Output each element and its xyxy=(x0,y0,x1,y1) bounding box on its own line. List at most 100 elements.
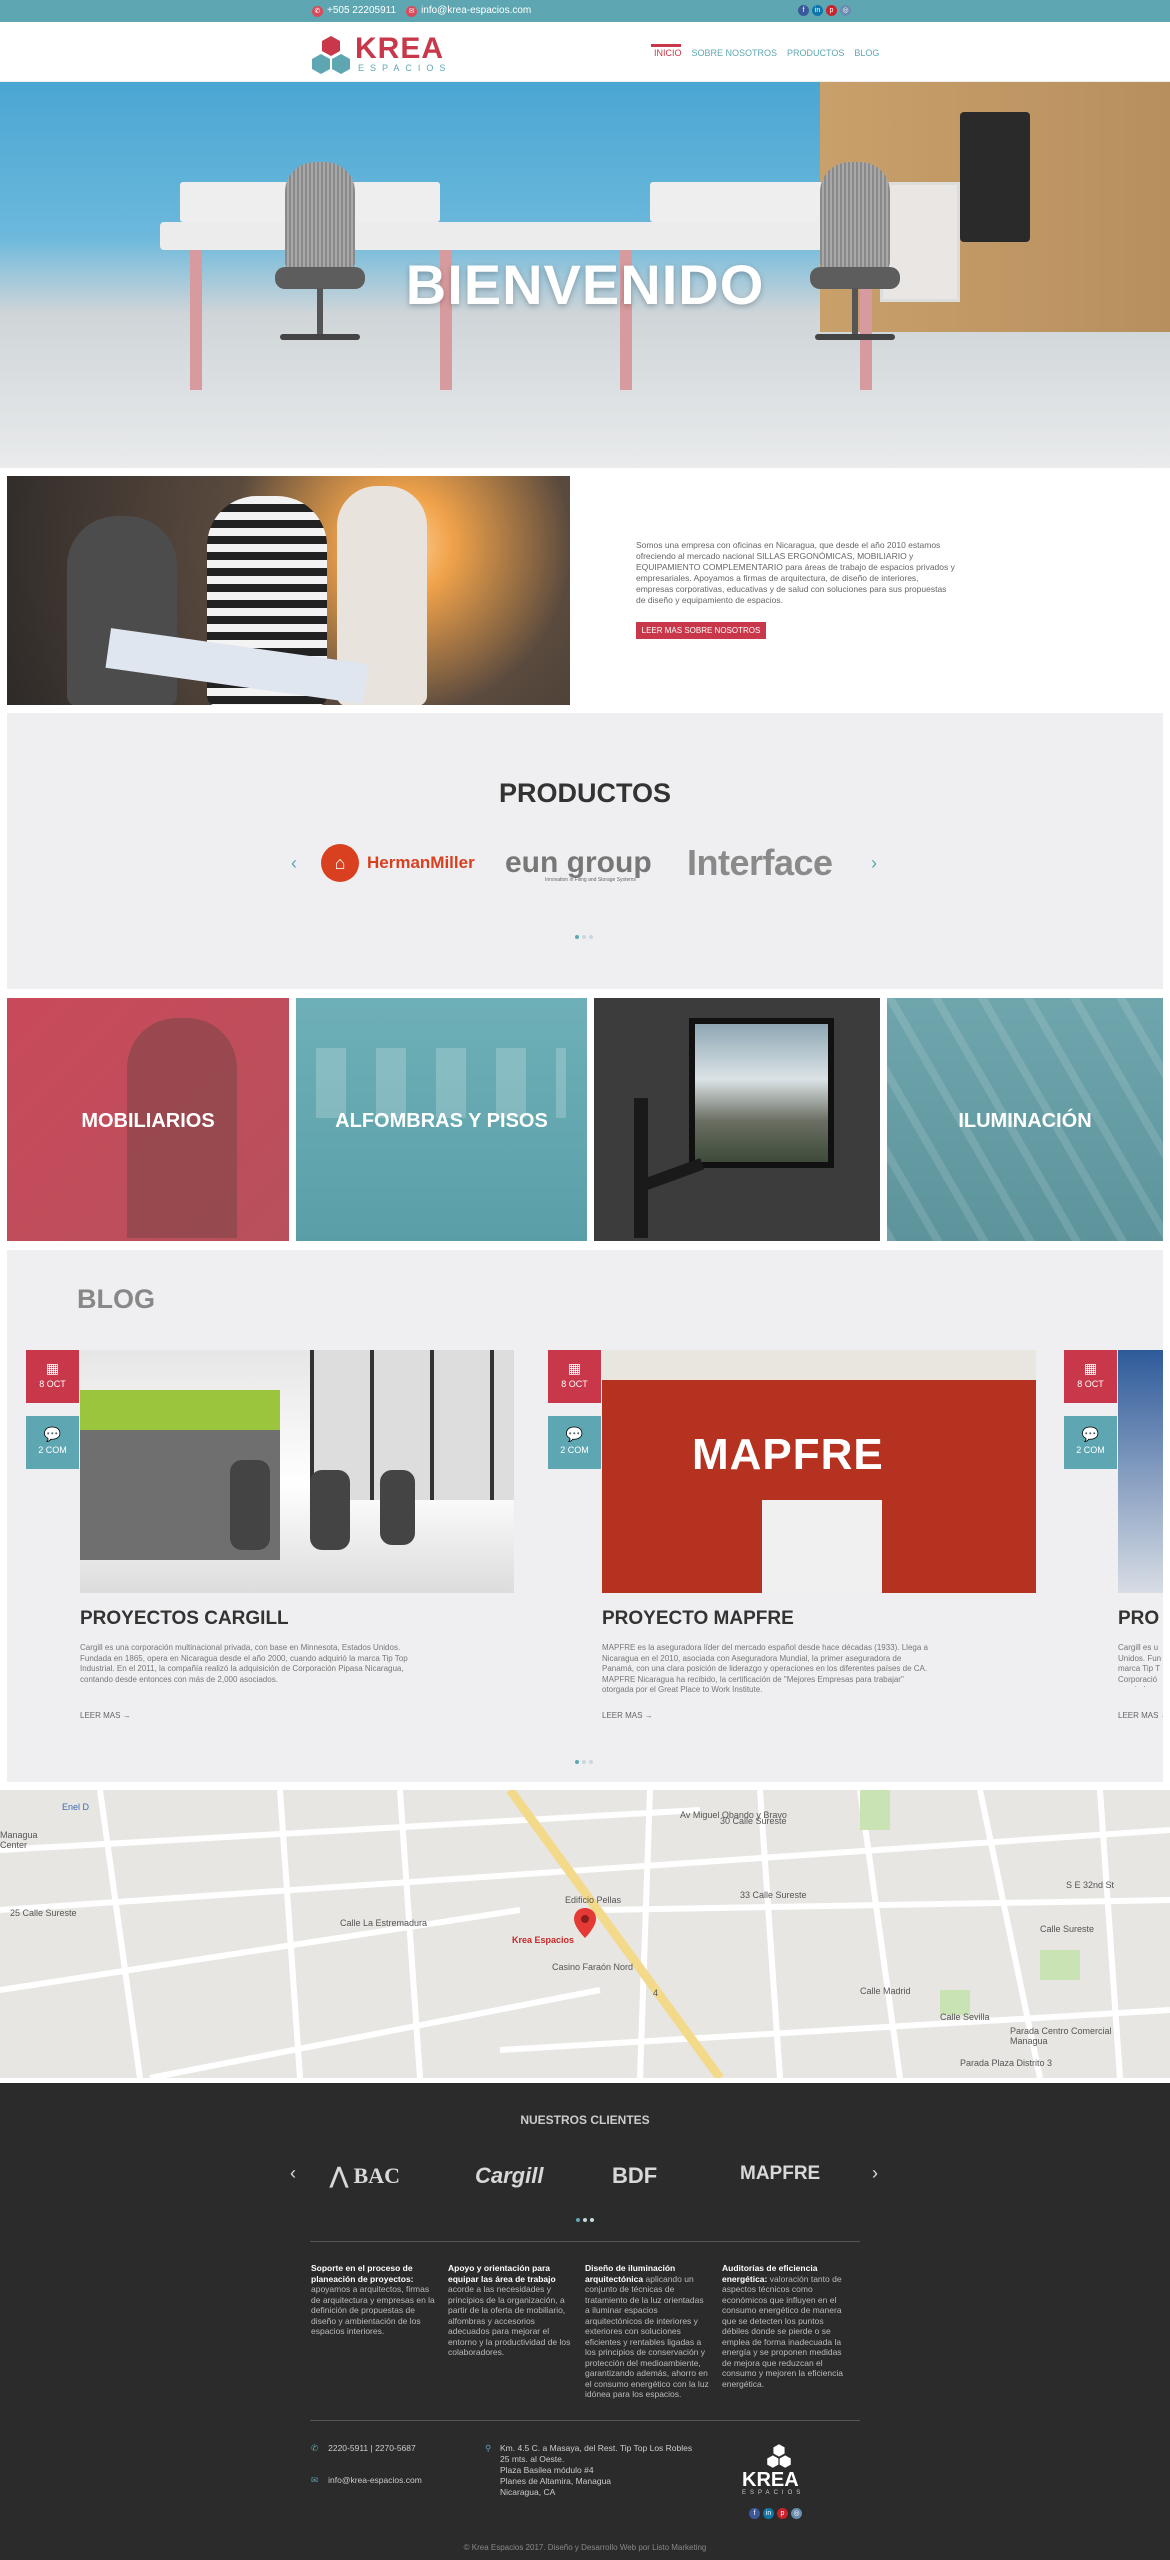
client-bdf: BDF xyxy=(612,2163,658,2188)
map-label: 4 xyxy=(653,1988,659,1998)
phone-item[interactable]: ✆ +505 22205911 xyxy=(312,5,396,17)
facebook-icon[interactable]: f xyxy=(798,5,809,16)
brand-hermanmiller[interactable]: ⌂ HermanMiller xyxy=(321,843,475,883)
instagram-icon[interactable]: ◎ xyxy=(791,2508,802,2519)
logo-text: KREA xyxy=(355,32,445,65)
clients-carousel-dots[interactable] xyxy=(576,2218,594,2222)
post-title[interactable]: PROYECTOS CARGILL xyxy=(80,1608,289,1630)
about-text: Somos una empresa con oficinas en Nicara… xyxy=(636,540,955,605)
map-label: Managua Center xyxy=(0,1830,38,1850)
brand-label: eun group xyxy=(505,846,652,879)
linkedin-icon[interactable]: in xyxy=(812,5,823,16)
map-label: Parada Centro Comercial Managua xyxy=(1010,2026,1112,2046)
post-read-more[interactable]: LEER MAS → xyxy=(602,1711,653,1720)
monitor-arm-post xyxy=(634,1098,648,1238)
comment-icon: 💬 xyxy=(1081,1426,1100,1442)
mail-icon: ✉ xyxy=(311,2475,319,2485)
map-label: Edificio Pellas xyxy=(565,1895,622,1905)
pinterest-icon[interactable]: p xyxy=(777,2508,788,2519)
hermanmiller-logo-icon: ⌂ xyxy=(321,844,359,882)
category-label: ALFOMBRAS Y PISOS xyxy=(335,1110,548,1132)
hero-dark-panel xyxy=(960,112,1030,242)
footer-logo-text: KREA xyxy=(742,2469,799,2491)
products-section: PRODUCTOS ‹ ⌂ HermanMiller eun group Inn… xyxy=(7,713,1163,989)
post-read-more[interactable]: LEER MAS → xyxy=(80,1711,131,1720)
nav-sobre-nosotros[interactable]: SOBRE NOSOTROS xyxy=(692,48,778,58)
footer-logo-sub: ESPACIOS xyxy=(742,2490,805,2496)
linkedin-icon[interactable]: in xyxy=(763,2508,774,2519)
top-bar: ✆ +505 22205911 ✉ info@krea-espacios.com f… xyxy=(0,0,1170,22)
about-more-button[interactable]: LEER MAS SOBRE NOSOTROS xyxy=(636,622,766,639)
clients-next-arrow[interactable]: › xyxy=(872,2163,878,2184)
hero-banner: BIENVENIDO xyxy=(0,82,1170,468)
main-nav: INICIO SOBRE NOSOTROS PRODUCTOS BLOG xyxy=(654,48,879,58)
nav-productos[interactable]: PRODUCTOS xyxy=(787,48,844,58)
post-comments-badge[interactable]: 💬 2 COM xyxy=(548,1416,601,1469)
service-equipping: Apoyo y orientación para equipar las áre… xyxy=(448,2263,571,2357)
nav-inicio[interactable]: INICIO xyxy=(654,48,682,58)
footer-address: ⚲ Km. 4.5 C. a Masaya, del Rest. Tip Top… xyxy=(485,2443,693,2497)
post-title[interactable]: PRO xyxy=(1118,1608,1159,1630)
post-image[interactable] xyxy=(80,1350,514,1593)
client-mapfre: MAPFRE xyxy=(740,2163,821,2184)
mapfre-sign-text: MAPFRE xyxy=(692,1430,884,1479)
footer-email[interactable]: ✉ info@krea-espacios.com xyxy=(311,2475,422,2486)
footer-divider xyxy=(310,2420,860,2421)
products-title: PRODUCTOS xyxy=(498,778,672,808)
instagram-icon[interactable]: ◎ xyxy=(840,5,851,16)
clients-title: NUESTROS CLIENTES xyxy=(520,2113,650,2127)
products-prev-arrow[interactable]: ‹ xyxy=(291,853,297,874)
map-label: Calle Sureste xyxy=(1040,1924,1095,1934)
blog-carousel-dots[interactable] xyxy=(575,1760,593,1764)
brand-interface[interactable]: Interface xyxy=(687,842,833,883)
brand-eun-group[interactable]: eun group Innovation in Filing and Stora… xyxy=(505,843,652,883)
nav-blog[interactable]: BLOG xyxy=(854,48,879,58)
site-footer: NUESTROS CLIENTES ‹ ⋀ BAC Cargill BDF MA… xyxy=(0,2083,1170,2560)
active-nav-marker xyxy=(651,44,681,47)
map-label: Calle Sevilla xyxy=(940,2012,990,2022)
footer-logo[interactable]: KREA ESPACIOS xyxy=(740,2443,820,2503)
post-date-badge: ▦ 8 OCT xyxy=(26,1350,79,1403)
map-pin-label: Krea Espacios xyxy=(512,1935,575,1945)
email-text: info@krea-espacios.com xyxy=(421,5,532,16)
blog-section: BLOG ▦ 8 OCT 💬 2 COM PROYECTOS CARGILL Car… xyxy=(7,1250,1163,1782)
about-image xyxy=(7,476,570,705)
post-comments-badge[interactable]: 💬 2 COM xyxy=(26,1416,79,1469)
logo-subtext: ESPACIOS xyxy=(358,63,452,73)
post-image[interactable]: MAPFRE xyxy=(602,1350,1036,1593)
category-monitor-arms[interactable] xyxy=(594,998,880,1241)
social-links: f in p ◎ xyxy=(798,5,851,16)
email-item[interactable]: ✉ info@krea-espacios.com xyxy=(406,5,531,17)
products-carousel-dots[interactable] xyxy=(575,935,593,939)
post-image[interactable] xyxy=(1118,1350,1163,1593)
comment-icon: 💬 xyxy=(565,1426,584,1442)
footer-phone[interactable]: ✆ 2220-5911 | 2270-5687 xyxy=(311,2443,416,2454)
brand-label: HermanMiller xyxy=(367,853,475,872)
post-title[interactable]: PROYECTO MAPFRE xyxy=(602,1608,794,1630)
logo-hexagons-icon xyxy=(312,36,350,74)
mail-icon: ✉ xyxy=(406,6,418,17)
post-comments-badge[interactable]: 💬 2 COM xyxy=(1064,1416,1117,1469)
facebook-icon[interactable]: f xyxy=(749,2508,760,2519)
logo-hexagons-icon xyxy=(767,2444,791,2468)
category-iluminacion[interactable]: ILUMINACIÓN xyxy=(887,998,1163,1241)
hero-desk xyxy=(160,222,880,250)
client-bac: ⋀ BAC xyxy=(330,2163,400,2188)
logo[interactable]: KREA ESPACIOS xyxy=(310,32,470,76)
location-map[interactable]: Av Miguel Obando y Bravo Edificio Pellas… xyxy=(0,1790,1170,2078)
category-label: MOBILIARIOS xyxy=(81,1110,215,1132)
map-label: Parada Plaza Distrito 3 xyxy=(960,2058,1053,2068)
map-label: Enel D xyxy=(62,1802,90,1812)
pinterest-icon[interactable]: p xyxy=(826,5,837,16)
products-next-arrow[interactable]: › xyxy=(871,853,877,874)
post-read-more[interactable]: LEER MAS → xyxy=(1118,1711,1163,1720)
map-label: Calle La Estremadura xyxy=(340,1918,428,1928)
copyright: © Krea Espacios 2017. Diseño y Desarroll… xyxy=(463,2543,707,2552)
map-pin-icon[interactable] xyxy=(574,1908,596,1938)
category-mobiliarios[interactable]: MOBILIARIOS xyxy=(7,998,289,1241)
client-cargill: Cargill xyxy=(475,2163,544,2188)
category-alfombras[interactable]: ALFOMBRAS Y PISOS xyxy=(296,998,587,1241)
category-photo-desks xyxy=(316,1048,566,1118)
service-energy-audit: Auditorías de eficiencia energética: val… xyxy=(722,2263,843,2389)
clients-prev-arrow[interactable]: ‹ xyxy=(290,2163,296,2184)
